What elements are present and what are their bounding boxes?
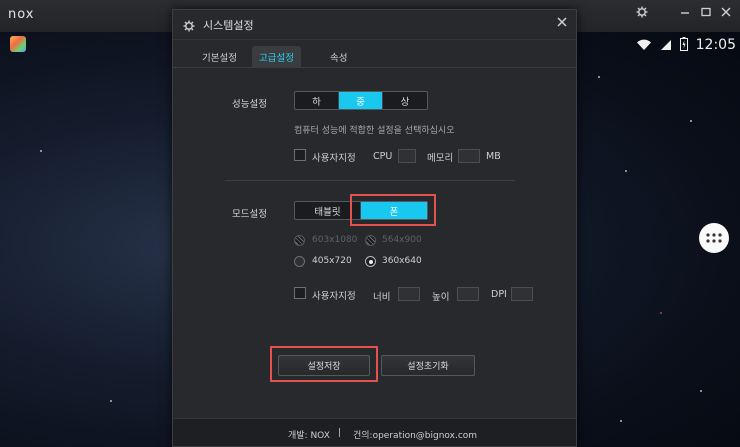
settings-gear-icon[interactable] <box>633 6 651 22</box>
memory-label: 메모리 <box>427 153 454 164</box>
system-settings-dialog: 시스템설정 기본설정 고급설정 속성 성능설정 하 중 상 컴퓨터 성능에 적합… <box>172 9 577 447</box>
performance-high-option[interactable]: 상 <box>383 92 427 109</box>
developer-text: 개발: NOX <box>288 431 330 441</box>
background-star <box>40 150 42 152</box>
tab-advanced-settings[interactable]: 고급설정 <box>252 46 301 67</box>
width-label: 너비 <box>373 292 391 303</box>
width-field[interactable] <box>398 287 420 301</box>
performance-hint: 컴퓨터 성능에 적합한 설정을 선택하십시오 <box>294 126 455 136</box>
app-launcher-icon[interactable] <box>10 36 26 52</box>
more-options-icon[interactable] <box>699 223 729 253</box>
mode-tablet-option[interactable]: 태블릿 <box>295 202 361 219</box>
mode-selector: 태블릿 폰 <box>294 201 428 220</box>
section-divider <box>225 180 515 181</box>
background-star <box>700 390 702 392</box>
battery-charging-icon <box>679 36 688 55</box>
resolution-405x720-radio[interactable] <box>294 256 305 267</box>
tab-properties[interactable]: 속성 <box>323 46 354 67</box>
maximize-icon[interactable] <box>697 6 715 21</box>
mode-custom-label: 사용자지정 <box>312 291 356 302</box>
background-star <box>620 420 622 422</box>
mode-custom-checkbox[interactable] <box>294 287 306 299</box>
height-label: 높이 <box>432 292 450 303</box>
performance-low-option[interactable]: 하 <box>295 92 339 109</box>
resolution-405x720-label: 405x720 <box>312 256 352 266</box>
background-star <box>690 120 692 122</box>
dpi-field[interactable] <box>511 287 533 301</box>
settings-tabs: 기본설정 고급설정 속성 <box>173 46 576 68</box>
dialog-titlebar: 시스템설정 <box>173 10 576 40</box>
resolution-360x640-label: 360x640 <box>382 256 422 266</box>
dialog-footer: 개발: NOX | 건의:operation@bignox.com <box>173 418 576 446</box>
background-star <box>598 76 600 78</box>
wifi-icon <box>636 36 652 55</box>
performance-selector: 하 중 상 <box>294 91 428 110</box>
mode-label: 모드설정 <box>232 209 267 220</box>
background-star <box>660 312 662 314</box>
close-icon[interactable] <box>557 15 567 31</box>
resolution-564x900-label: 564x900 <box>382 235 422 245</box>
resolution-564x900-radio <box>365 235 376 246</box>
clock: 12:05 <box>695 37 736 53</box>
signal-icon <box>660 36 672 55</box>
performance-custom-checkbox[interactable] <box>294 149 306 161</box>
performance-label: 성능설정 <box>232 99 267 110</box>
nox-logo: nox <box>8 7 35 22</box>
android-statusbar: 12:05 <box>636 34 736 56</box>
dialog-title: 시스템설정 <box>203 19 254 32</box>
performance-mid-option[interactable]: 중 <box>339 92 383 109</box>
minimize-icon[interactable] <box>676 6 694 21</box>
background-star <box>110 400 112 402</box>
gear-icon <box>183 17 195 36</box>
tab-basic-settings[interactable]: 기본설정 <box>195 46 244 67</box>
save-settings-button[interactable]: 설정저장 <box>278 355 370 376</box>
memory-field[interactable] <box>458 149 480 163</box>
close-window-icon[interactable] <box>717 6 735 21</box>
contact-text: 건의:operation@bignox.com <box>353 431 478 441</box>
reset-settings-button[interactable]: 설정초기화 <box>381 355 475 376</box>
cpu-field[interactable] <box>398 149 416 163</box>
resolution-360x640-radio[interactable] <box>365 256 376 267</box>
footer-separator: | <box>338 428 342 438</box>
height-field[interactable] <box>457 287 479 301</box>
mode-phone-option[interactable]: 폰 <box>361 202 427 219</box>
resolution-603x1080-label: 603x1080 <box>312 235 358 245</box>
performance-custom-label: 사용자지정 <box>312 153 356 164</box>
cpu-label: CPU <box>373 151 393 162</box>
background-star <box>625 170 627 172</box>
dpi-label: DPI <box>491 289 507 300</box>
memory-unit-label: MB <box>486 151 501 162</box>
resolution-603x1080-radio <box>294 235 305 246</box>
